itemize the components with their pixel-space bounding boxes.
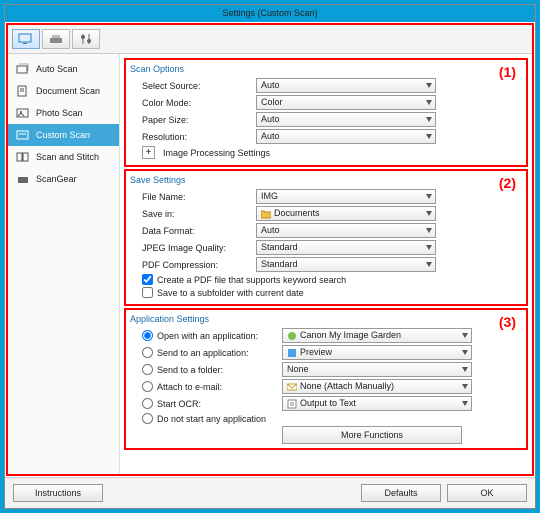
file-name-field[interactable]: IMG bbox=[256, 189, 436, 204]
defaults-button[interactable]: Defaults bbox=[361, 484, 441, 502]
ok-button[interactable]: OK bbox=[447, 484, 527, 502]
title-bar: Settings (Custom Scan) bbox=[5, 5, 535, 22]
window-title: Settings (Custom Scan) bbox=[222, 8, 317, 18]
footer: Instructions Defaults OK bbox=[5, 477, 535, 508]
scan-options-heading: Scan Options bbox=[130, 64, 522, 74]
mail-icon bbox=[287, 382, 297, 392]
send-to-app-radio[interactable] bbox=[142, 347, 153, 358]
start-ocr-label: Start OCR: bbox=[157, 399, 201, 409]
application-settings-section: (3) Application Settings Open with an ap… bbox=[124, 308, 528, 450]
sidebar-item-custom-scan[interactable]: Custom Scan bbox=[8, 124, 119, 146]
send-to-app-dropdown[interactable]: Preview bbox=[282, 345, 472, 360]
jpeg-quality-dropdown[interactable]: Standard bbox=[256, 240, 436, 255]
folder-icon bbox=[261, 209, 271, 219]
annotation-3: (3) bbox=[499, 314, 516, 330]
send-to-folder-dropdown[interactable]: None bbox=[282, 362, 472, 377]
auto-scan-icon bbox=[16, 63, 30, 75]
open-with-app-value: Canon My Image Garden bbox=[300, 330, 401, 340]
sidebar-item-label: ScanGear bbox=[36, 174, 77, 184]
sliders-icon bbox=[78, 33, 94, 45]
do-not-start-label: Do not start any application bbox=[157, 414, 266, 424]
attach-email-label: Attach to e-mail: bbox=[157, 382, 222, 392]
scanner-icon bbox=[48, 33, 64, 45]
start-ocr-value: Output to Text bbox=[300, 398, 356, 408]
main-panel: (1) Scan Options Select Source: Auto Colo… bbox=[120, 54, 532, 474]
resolution-label: Resolution: bbox=[142, 132, 252, 142]
pdf-compression-dropdown[interactable]: Standard bbox=[256, 257, 436, 272]
attach-email-radio[interactable] bbox=[142, 381, 153, 392]
send-to-folder-label: Send to a folder: bbox=[157, 365, 223, 375]
paper-size-dropdown[interactable]: Auto bbox=[256, 112, 436, 127]
color-mode-dropdown[interactable]: Color bbox=[256, 95, 436, 110]
sidebar-item-label: Custom Scan bbox=[36, 130, 90, 140]
annotation-outer: Auto Scan Document Scan Photo Scan Custo… bbox=[6, 23, 534, 476]
data-format-dropdown[interactable]: Auto bbox=[256, 223, 436, 238]
resolution-dropdown[interactable]: Auto bbox=[256, 129, 436, 144]
app-icon bbox=[287, 331, 297, 341]
open-with-app-label: Open with an application: bbox=[157, 331, 258, 341]
annotation-2: (2) bbox=[499, 175, 516, 191]
paper-size-label: Paper Size: bbox=[142, 115, 252, 125]
sidebar-item-label: Document Scan bbox=[36, 86, 100, 96]
scan-options-section: (1) Scan Options Select Source: Auto Colo… bbox=[124, 58, 528, 167]
tab-general-settings[interactable] bbox=[72, 29, 100, 49]
send-to-app-label: Send to an application: bbox=[157, 348, 249, 358]
save-settings-heading: Save Settings bbox=[130, 175, 522, 185]
sidebar-item-photo-scan[interactable]: Photo Scan bbox=[8, 102, 119, 124]
expand-image-processing[interactable]: + bbox=[142, 146, 155, 159]
pdf-compression-label: PDF Compression: bbox=[142, 260, 252, 270]
monitor-icon bbox=[18, 33, 34, 45]
save-in-value: Documents bbox=[274, 208, 320, 218]
save-settings-section: (2) Save Settings File Name: IMG Save in:… bbox=[124, 169, 528, 306]
subfolder-date-label: Save to a subfolder with current date bbox=[157, 288, 304, 298]
scan-stitch-icon bbox=[16, 151, 30, 163]
sidebar-item-document-scan[interactable]: Document Scan bbox=[8, 80, 119, 102]
scangear-icon bbox=[16, 173, 30, 185]
text-icon bbox=[287, 399, 297, 409]
color-mode-label: Color Mode: bbox=[142, 98, 252, 108]
settings-window: Settings (Custom Scan) Auto Scan Documen… bbox=[4, 4, 536, 509]
file-name-label: File Name: bbox=[142, 192, 252, 202]
send-to-folder-radio[interactable] bbox=[142, 364, 153, 375]
more-functions-button[interactable]: More Functions bbox=[282, 426, 462, 444]
sidebar-item-label: Photo Scan bbox=[36, 108, 83, 118]
preview-icon bbox=[287, 348, 297, 358]
data-format-label: Data Format: bbox=[142, 226, 252, 236]
send-to-app-value: Preview bbox=[300, 347, 332, 357]
open-with-app-radio[interactable] bbox=[142, 330, 153, 341]
sidebar-item-label: Auto Scan bbox=[36, 64, 78, 74]
image-processing-label: Image Processing Settings bbox=[163, 148, 270, 158]
start-ocr-dropdown[interactable]: Output to Text bbox=[282, 396, 472, 411]
select-source-label: Select Source: bbox=[142, 81, 252, 91]
attach-email-dropdown[interactable]: None (Attach Manually) bbox=[282, 379, 472, 394]
annotation-1: (1) bbox=[499, 64, 516, 80]
open-with-app-dropdown[interactable]: Canon My Image Garden bbox=[282, 328, 472, 343]
photo-scan-icon bbox=[16, 107, 30, 119]
pdf-keyword-checkbox[interactable] bbox=[142, 274, 153, 285]
instructions-button[interactable]: Instructions bbox=[13, 484, 103, 502]
custom-scan-icon bbox=[16, 129, 30, 141]
start-ocr-radio[interactable] bbox=[142, 398, 153, 409]
toolbar bbox=[8, 25, 532, 54]
sidebar-item-scan-and-stitch[interactable]: Scan and Stitch bbox=[8, 146, 119, 168]
sidebar: Auto Scan Document Scan Photo Scan Custo… bbox=[8, 54, 120, 474]
save-in-label: Save in: bbox=[142, 209, 252, 219]
pdf-keyword-label: Create a PDF file that supports keyword … bbox=[157, 275, 346, 285]
subfolder-date-checkbox[interactable] bbox=[142, 287, 153, 298]
application-settings-heading: Application Settings bbox=[130, 314, 522, 324]
sidebar-item-auto-scan[interactable]: Auto Scan bbox=[8, 58, 119, 80]
document-scan-icon bbox=[16, 85, 30, 97]
save-in-dropdown[interactable]: Documents bbox=[256, 206, 436, 221]
jpeg-quality-label: JPEG Image Quality: bbox=[142, 243, 252, 253]
sidebar-item-label: Scan and Stitch bbox=[36, 152, 99, 162]
tab-scan-from-computer[interactable] bbox=[12, 29, 40, 49]
select-source-dropdown[interactable]: Auto bbox=[256, 78, 436, 93]
do-not-start-radio[interactable] bbox=[142, 413, 153, 424]
body: Auto Scan Document Scan Photo Scan Custo… bbox=[8, 54, 532, 474]
attach-email-value: None (Attach Manually) bbox=[300, 381, 394, 391]
tab-scan-from-panel[interactable] bbox=[42, 29, 70, 49]
sidebar-item-scangear[interactable]: ScanGear bbox=[8, 168, 119, 190]
